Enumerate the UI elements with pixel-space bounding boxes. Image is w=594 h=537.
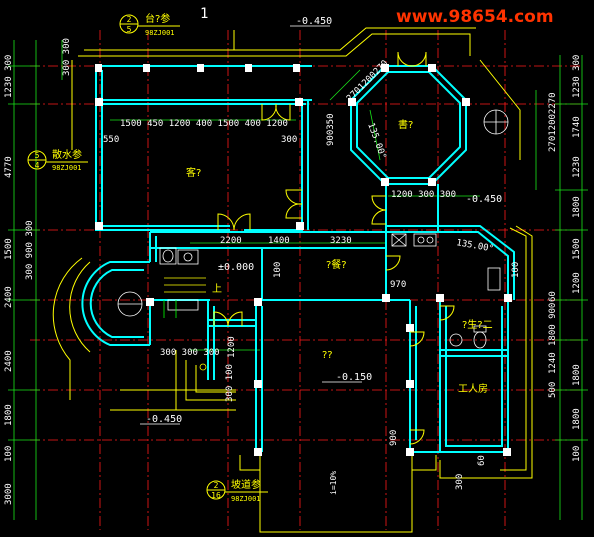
svg-text:3230: 3230: [330, 236, 352, 246]
svg-text:2400: 2400: [4, 350, 14, 372]
svg-text:300 300 300: 300 300 300: [160, 348, 220, 358]
svg-text:500: 500: [548, 382, 558, 398]
level-center: -0.150: [336, 372, 372, 383]
detail-mark-1: 2 5 台?参 98ZJ001: [119, 12, 180, 37]
svg-text:1200 300 300: 1200 300 300: [391, 190, 456, 200]
room-hall: ??: [322, 350, 333, 361]
svg-text:900350: 900350: [326, 113, 336, 146]
floor-plan-drawing: 2 5 台?参 98ZJ001 5 4 散水参 98ZJ001 2 16 坡道参…: [4, 6, 588, 533]
ramp-slope-note: i=10%: [329, 471, 338, 495]
svg-text:1800 900: 1800 900: [548, 303, 558, 346]
room-dining: ?餐?: [326, 258, 347, 271]
level-marks: -0.450 -0.450 ±0.000 -0.150 -0.450: [140, 16, 502, 425]
room-worker: 工人房: [458, 382, 488, 395]
svg-text:300: 300: [281, 135, 297, 145]
svg-text:100: 100: [273, 262, 283, 278]
svg-text:300 100: 300 100: [225, 364, 235, 402]
room-living: 客?: [186, 166, 201, 179]
svg-text:1200: 1200: [572, 272, 582, 294]
level-left: -0.450: [146, 414, 182, 425]
detail-mark-1-bottom: 5: [127, 25, 132, 34]
svg-text:27012002270: 27012002270: [548, 92, 558, 152]
detail-mark-2-bottom: 4: [35, 161, 40, 170]
svg-text:2701200270: 2701200270: [345, 59, 390, 104]
svg-text:1200: 1200: [227, 336, 237, 358]
svg-text:100: 100: [572, 446, 582, 462]
svg-text:3000: 3000: [4, 483, 14, 505]
level-right: -0.450: [466, 194, 502, 205]
stair-up-label: 上: [212, 283, 222, 295]
detail-mark-3-ref: 98ZJ001: [231, 495, 261, 503]
detail-mark-3-bottom: 16: [211, 491, 221, 500]
detail-mark-2-top: 5: [35, 151, 40, 160]
right-dimensions: 1230 300 27012002270 1740 1230 1800 1500…: [548, 55, 582, 462]
svg-text:60: 60: [548, 291, 558, 302]
detail-mark-2-label: 散水参: [52, 148, 82, 161]
svg-text:100: 100: [511, 262, 521, 278]
svg-text:1230: 1230: [572, 156, 582, 178]
stair-lines: [163, 277, 206, 318]
svg-text:60: 60: [477, 455, 487, 466]
detail-mark-3-top: 2: [214, 481, 219, 490]
axis-mark: 1: [200, 6, 208, 22]
room-bath: ?生?二: [462, 318, 493, 331]
svg-text:1400: 1400: [268, 236, 290, 246]
room-study: 書?: [398, 118, 413, 131]
svg-text:970: 970: [390, 280, 406, 290]
svg-text:100: 100: [4, 446, 14, 462]
svg-text:2400: 2400: [4, 286, 14, 308]
svg-text:300 900 300: 300 900 300: [25, 220, 35, 280]
svg-text:1800: 1800: [572, 196, 582, 218]
svg-text:1800: 1800: [572, 364, 582, 386]
svg-text:4770: 4770: [4, 156, 14, 178]
svg-text:1800: 1800: [572, 408, 582, 430]
inner-dimensions: 1500 450 1200 400 1500 400 1200 550 300 …: [103, 59, 558, 490]
detail-mark-1-label: 台?参: [145, 12, 170, 25]
fixtures: [117, 109, 509, 371]
svg-text:900: 900: [389, 430, 399, 446]
detail-mark-2: 5 4 散水参 98ZJ001: [27, 148, 88, 172]
watermark: www.98654.com: [396, 7, 554, 27]
level-top: -0.450: [296, 16, 332, 27]
detail-mark-2-ref: 98ZJ001: [52, 164, 82, 172]
level-mid: ±0.000: [218, 262, 254, 273]
svg-text:1740: 1740: [572, 116, 582, 138]
svg-text:300: 300: [455, 474, 465, 490]
svg-text:300 300: 300 300: [62, 38, 72, 76]
detail-mark-3-label: 坡道参: [231, 478, 261, 491]
svg-text:1800: 1800: [4, 404, 14, 426]
detail-mark-1-ref: 98ZJ001: [145, 29, 175, 37]
svg-text:1500: 1500: [572, 238, 582, 260]
svg-text:550: 550: [103, 135, 119, 145]
detail-mark-1-top: 2: [127, 15, 132, 24]
svg-text:135.00°: 135.00°: [365, 122, 387, 161]
svg-text:1230 300: 1230 300: [4, 55, 14, 98]
cad-floor-plan: 2 5 台?参 98ZJ001 5 4 散水参 98ZJ001 2 16 坡道参…: [0, 0, 594, 537]
svg-text:1240: 1240: [548, 352, 558, 374]
svg-text:1230 300: 1230 300: [572, 55, 582, 98]
svg-text:2200: 2200: [220, 236, 242, 246]
detail-mark-3: 2 16 坡道参 98ZJ001: [206, 478, 268, 503]
svg-text:1500 450 1200 400 1500 400: 1500 450 1200 400 1500 400 1200: [120, 119, 288, 129]
svg-text:1500: 1500: [4, 238, 14, 260]
